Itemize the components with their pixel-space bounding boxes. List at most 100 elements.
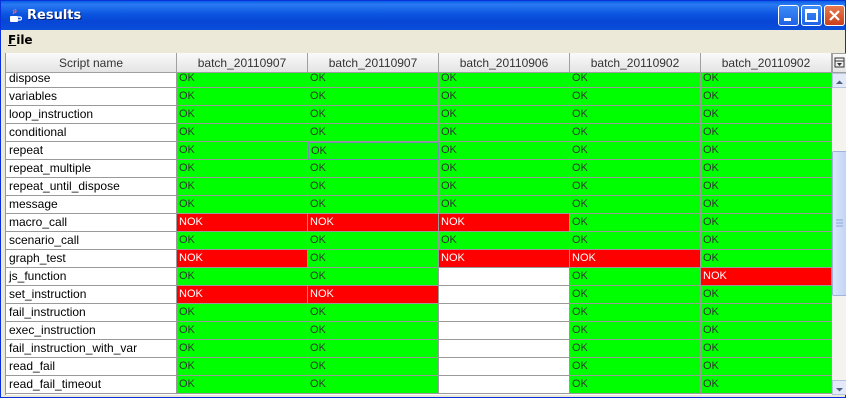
- result-cell[interactable]: OK: [308, 376, 439, 394]
- column-header-batch[interactable]: batch_20110907: [308, 53, 439, 73]
- result-cell[interactable]: OK: [570, 106, 701, 124]
- result-cell[interactable]: OK: [701, 376, 832, 394]
- result-cell[interactable]: OK: [177, 142, 308, 160]
- result-cell[interactable]: OK: [701, 124, 832, 142]
- result-cell[interactable]: OK: [308, 304, 439, 322]
- result-cell[interactable]: [439, 304, 570, 322]
- result-cell[interactable]: OK: [308, 106, 439, 124]
- scroll-up-button[interactable]: [832, 73, 846, 88]
- result-cell[interactable]: OK: [439, 142, 570, 160]
- result-cell[interactable]: OK: [439, 160, 570, 178]
- script-name-cell[interactable]: read_fail: [6, 358, 177, 376]
- script-name-cell[interactable]: fail_instruction_with_var: [6, 340, 177, 358]
- result-cell[interactable]: OK: [177, 358, 308, 376]
- result-cell[interactable]: OK: [701, 88, 832, 106]
- result-cell[interactable]: OK: [570, 286, 701, 304]
- result-cell[interactable]: OK: [701, 232, 832, 250]
- result-cell[interactable]: OK: [177, 106, 308, 124]
- table-row[interactable]: read_fail OK OK OK OK: [6, 358, 832, 376]
- result-cell[interactable]: NOK: [308, 214, 439, 232]
- result-cell[interactable]: [439, 340, 570, 358]
- result-cell[interactable]: OK: [308, 124, 439, 142]
- result-cell[interactable]: OK: [177, 196, 308, 214]
- result-cell[interactable]: OK: [308, 73, 439, 88]
- result-cell[interactable]: OK: [308, 358, 439, 376]
- result-cell[interactable]: OK: [177, 160, 308, 178]
- result-cell[interactable]: OK: [439, 106, 570, 124]
- table-row[interactable]: fail_instruction OK OK OK OK: [6, 304, 832, 322]
- result-cell[interactable]: [439, 268, 570, 286]
- column-header-batch[interactable]: batch_20110907: [177, 53, 308, 73]
- maximize-button[interactable]: [801, 5, 822, 26]
- result-cell[interactable]: OK: [177, 73, 308, 88]
- result-cell[interactable]: OK: [308, 322, 439, 340]
- result-cell[interactable]: OK: [308, 250, 439, 268]
- result-cell[interactable]: OK: [439, 88, 570, 106]
- result-cell[interactable]: OK: [570, 124, 701, 142]
- result-cell[interactable]: NOK: [570, 250, 701, 268]
- result-cell[interactable]: OK: [439, 124, 570, 142]
- result-cell[interactable]: OK: [570, 322, 701, 340]
- result-cell[interactable]: OK: [308, 268, 439, 286]
- table-row[interactable]: set_instruction NOK NOK OK OK: [6, 286, 832, 304]
- script-name-cell[interactable]: dispose: [6, 73, 177, 88]
- table-row[interactable]: macro_call NOK NOK NOK OK OK: [6, 214, 832, 232]
- close-button[interactable]: [824, 5, 845, 26]
- result-cell[interactable]: OK: [570, 214, 701, 232]
- menu-file[interactable]: File: [8, 33, 33, 47]
- scroll-thumb[interactable]: [832, 151, 846, 296]
- script-name-cell[interactable]: read_fail_timeout: [6, 376, 177, 394]
- table-row[interactable]: repeat_multiple OK OK OK OK OK: [6, 160, 832, 178]
- result-cell[interactable]: OK: [701, 196, 832, 214]
- table-row[interactable]: loop_instruction OK OK OK OK OK: [6, 106, 832, 124]
- script-name-cell[interactable]: macro_call: [6, 214, 177, 232]
- scroll-down-button[interactable]: [832, 380, 846, 395]
- result-cell[interactable]: OK: [439, 232, 570, 250]
- result-cell[interactable]: OK: [439, 178, 570, 196]
- result-cell[interactable]: OK: [308, 178, 439, 196]
- result-cell[interactable]: OK: [570, 88, 701, 106]
- title-bar[interactable]: Results: [1, 1, 845, 30]
- script-name-cell[interactable]: set_instruction: [6, 286, 177, 304]
- result-cell[interactable]: NOK: [701, 268, 832, 286]
- result-cell[interactable]: [439, 376, 570, 394]
- result-cell[interactable]: OK: [308, 142, 439, 160]
- column-header-batch[interactable]: batch_20110902: [701, 53, 832, 73]
- result-cell[interactable]: NOK: [177, 214, 308, 232]
- result-cell[interactable]: OK: [701, 106, 832, 124]
- script-name-cell[interactable]: scenario_call: [6, 232, 177, 250]
- table-row[interactable]: scenario_call OK OK OK OK OK: [6, 232, 832, 250]
- result-cell[interactable]: OK: [177, 88, 308, 106]
- vertical-scrollbar[interactable]: [832, 73, 846, 395]
- result-cell[interactable]: OK: [701, 178, 832, 196]
- result-cell[interactable]: OK: [308, 88, 439, 106]
- script-name-cell[interactable]: js_function: [6, 268, 177, 286]
- table-row[interactable]: js_function OK OK OK NOK: [6, 268, 832, 286]
- result-cell[interactable]: OK: [308, 340, 439, 358]
- column-header-script-name[interactable]: Script name: [6, 53, 177, 73]
- result-cell[interactable]: OK: [570, 376, 701, 394]
- result-cell[interactable]: OK: [701, 160, 832, 178]
- script-name-cell[interactable]: exec_instruction: [6, 322, 177, 340]
- column-header-batch[interactable]: batch_20110902: [570, 53, 701, 73]
- result-cell[interactable]: OK: [570, 268, 701, 286]
- result-cell[interactable]: OK: [701, 358, 832, 376]
- result-cell[interactable]: [439, 286, 570, 304]
- script-name-cell[interactable]: repeat_multiple: [6, 160, 177, 178]
- result-cell[interactable]: OK: [701, 214, 832, 232]
- column-chooser-button[interactable]: [832, 53, 846, 73]
- result-cell[interactable]: OK: [570, 304, 701, 322]
- result-cell[interactable]: OK: [701, 142, 832, 160]
- script-name-cell[interactable]: loop_instruction: [6, 106, 177, 124]
- table-row[interactable]: dispose OK OK OK OK OK: [6, 73, 832, 88]
- result-cell[interactable]: OK: [570, 232, 701, 250]
- result-cell[interactable]: OK: [177, 340, 308, 358]
- result-cell[interactable]: OK: [177, 232, 308, 250]
- result-cell[interactable]: OK: [701, 340, 832, 358]
- result-cell[interactable]: OK: [701, 286, 832, 304]
- table-row[interactable]: graph_test NOK OK NOK NOK OK: [6, 250, 832, 268]
- result-cell[interactable]: OK: [177, 178, 308, 196]
- script-name-cell[interactable]: fail_instruction: [6, 304, 177, 322]
- result-cell[interactable]: OK: [177, 268, 308, 286]
- result-cell[interactable]: OK: [701, 73, 832, 88]
